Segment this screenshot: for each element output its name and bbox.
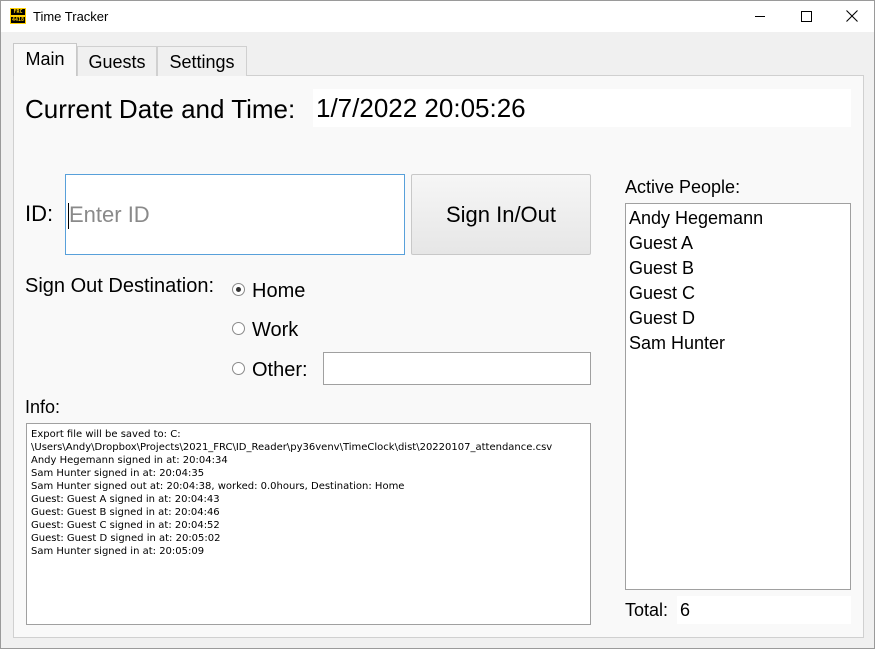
maximize-icon bbox=[801, 11, 812, 22]
list-item[interactable]: Guest C bbox=[629, 281, 850, 306]
close-icon bbox=[846, 10, 858, 22]
total-label: Total: bbox=[625, 600, 669, 620]
id-label: ID: bbox=[25, 201, 54, 226]
list-item[interactable]: Guest D bbox=[629, 306, 850, 331]
info-log-line: Guest: Guest C signed in at: 20:04:52 bbox=[31, 520, 220, 531]
maximize-button[interactable] bbox=[783, 1, 829, 32]
total-value: 6 bbox=[677, 596, 851, 624]
radio-home[interactable] bbox=[232, 283, 245, 296]
info-log-line: Andy Hegemann signed in at: 20:04:34 bbox=[31, 455, 228, 466]
title-bar[interactable]: FRC 4418 Time Tracker bbox=[1, 1, 874, 32]
radio-selected-dot bbox=[236, 287, 241, 292]
info-log-line: Sam Hunter signed out at: 20:04:38, work… bbox=[31, 481, 405, 492]
minimize-button[interactable] bbox=[737, 1, 783, 32]
app-logo-text-bottom: 4418 bbox=[11, 17, 25, 23]
tab-main[interactable]: Main bbox=[13, 43, 77, 76]
app-logo-text-top: FRC bbox=[11, 9, 25, 15]
list-item[interactable]: Guest A bbox=[629, 231, 850, 256]
info-log-line: Guest: Guest A signed in at: 20:04:43 bbox=[31, 494, 220, 505]
info-log-line: Sam Hunter signed in at: 20:05:09 bbox=[31, 546, 205, 557]
minimize-icon bbox=[755, 16, 765, 17]
radio-other-label[interactable]: Other: bbox=[252, 357, 308, 383]
tab-settings[interactable]: Settings bbox=[157, 46, 247, 76]
radio-home-label[interactable]: Home bbox=[252, 278, 305, 304]
radio-work-label[interactable]: Work bbox=[252, 317, 298, 343]
window-title: Time Tracker bbox=[33, 9, 109, 24]
info-log-line: Sam Hunter signed in at: 20:04:35 bbox=[31, 468, 205, 479]
datetime-label: Current Date and Time: bbox=[25, 94, 296, 124]
datetime-value: 1/7/2022 20:05:26 bbox=[313, 89, 851, 127]
radio-work[interactable] bbox=[232, 322, 245, 335]
info-log-line: \Users\Andy\Dropbox\Projects\2021_FRC\ID… bbox=[31, 442, 553, 453]
info-log[interactable]: Export file will be saved to: C: \Users\… bbox=[26, 423, 591, 625]
radio-other[interactable] bbox=[232, 362, 245, 375]
tab-guests[interactable]: Guests bbox=[77, 46, 157, 76]
info-log-line: Guest: Guest D signed in at: 20:05:02 bbox=[31, 533, 221, 544]
active-people-label: Active People: bbox=[625, 177, 741, 197]
destination-label: Sign Out Destination: bbox=[25, 275, 214, 297]
close-button[interactable] bbox=[829, 1, 874, 32]
list-item[interactable]: Sam Hunter bbox=[629, 331, 850, 356]
info-log-line: Export file will be saved to: C: bbox=[31, 429, 181, 440]
id-input[interactable] bbox=[65, 174, 405, 255]
app-window: FRC 4418 Time Tracker Main Guests Settin… bbox=[0, 0, 875, 649]
other-destination-input[interactable] bbox=[323, 352, 591, 385]
info-log-line: Guest: Guest B signed in at: 20:04:46 bbox=[31, 507, 220, 518]
info-label: Info: bbox=[25, 397, 61, 417]
list-item[interactable]: Guest B bbox=[629, 256, 850, 281]
app-logo-icon: FRC 4418 bbox=[10, 8, 26, 24]
sign-in-out-button[interactable]: Sign In/Out bbox=[411, 174, 591, 255]
active-people-list[interactable]: Andy Hegemann Guest A Guest B Guest C Gu… bbox=[625, 203, 851, 590]
text-caret bbox=[68, 203, 69, 229]
list-item[interactable]: Andy Hegemann bbox=[629, 206, 850, 231]
